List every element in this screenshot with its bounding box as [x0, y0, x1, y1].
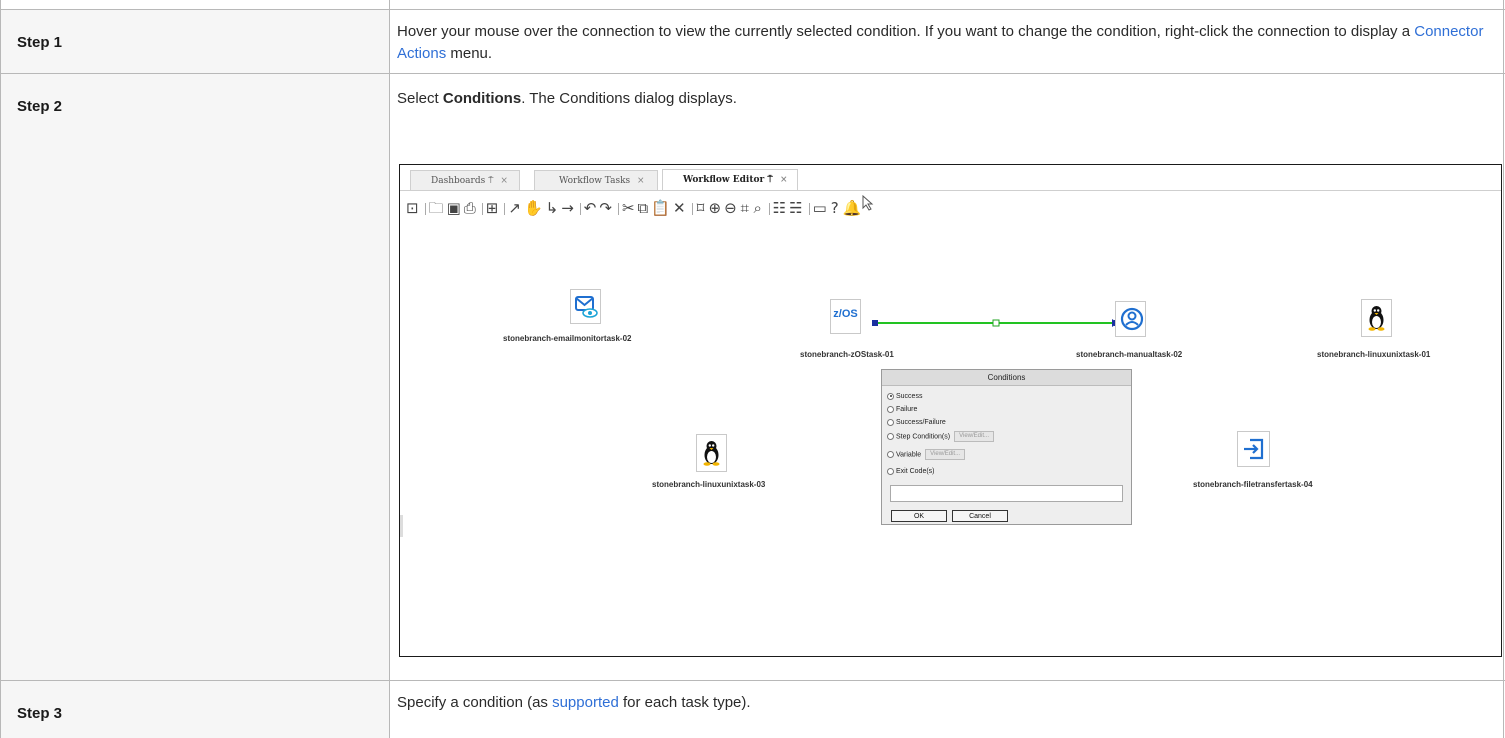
row-divider — [0, 9, 1505, 10]
option-success-failure[interactable]: Success/Failure — [887, 418, 946, 427]
option-label: Exit Code(s) — [896, 468, 935, 475]
linux-icon — [1368, 306, 1385, 331]
file-transfer-icon — [1244, 438, 1264, 460]
dialog-title: Conditions — [882, 370, 1131, 386]
option-step-conditions[interactable]: Step Condition(s) View/Edit... — [887, 431, 994, 442]
side-collapse-handle[interactable] — [400, 515, 403, 537]
conditions-dialog: Conditions Success Failure Success/Failu… — [881, 369, 1132, 525]
option-failure[interactable]: Failure — [887, 405, 917, 414]
radio[interactable] — [887, 433, 894, 440]
radio-selected[interactable] — [887, 392, 894, 400]
manual-task-node[interactable] — [1115, 301, 1146, 337]
linux-task-01-node[interactable] — [1361, 299, 1392, 337]
supported-link[interactable]: supported — [552, 694, 619, 711]
mouse-cursor-icon — [862, 195, 874, 211]
email-monitor-node[interactable] — [570, 289, 601, 324]
step-3-text-end: for each task type). — [618, 694, 751, 711]
option-label: Step Condition(s) — [896, 433, 951, 441]
row-divider — [0, 680, 1505, 681]
radio[interactable] — [887, 418, 894, 426]
email-monitor-icon — [575, 296, 598, 318]
step-3-title: Step 3 — [17, 705, 63, 722]
radio[interactable] — [887, 467, 894, 475]
linux-task-03-node[interactable] — [696, 434, 727, 472]
zos-icon: z/OS — [833, 308, 858, 320]
option-label: Failure — [896, 406, 918, 413]
node-label-linuxunixtask-01: stonebranch-linuxunixtask-01 — [1317, 350, 1431, 359]
option-variable[interactable]: Variable View/Edit... — [887, 449, 966, 460]
option-label: Success — [896, 393, 923, 400]
step-2-label-cell — [0, 74, 389, 680]
step-3-text: Specify a condition (as — [397, 694, 553, 711]
row-divider — [0, 73, 1505, 74]
ok-button[interactable]: OK — [891, 510, 947, 522]
step-2-title: Step 2 — [17, 98, 63, 115]
step-condition-view-edit-button[interactable]: View/Edit... — [954, 431, 994, 442]
node-label-filetransfertask: stonebranch-filetransfertask-04 — [1193, 480, 1313, 489]
step-1-title: Step 1 — [17, 34, 63, 51]
cancel-button[interactable]: Cancel — [952, 510, 1008, 522]
column-divider — [389, 0, 390, 738]
exit-codes-input[interactable] — [890, 485, 1123, 502]
conditions-emphasis: Conditions — [442, 90, 522, 107]
radio[interactable] — [887, 451, 894, 458]
linux-icon — [703, 441, 720, 466]
table-border-right — [1503, 0, 1504, 738]
step-3-description: Specify a condition (as supported for ea… — [397, 692, 751, 714]
table-border-left — [0, 0, 1, 738]
steps-table: Step 1 Hover your mouse over the connect… — [0, 0, 1505, 738]
option-label: Variable — [896, 451, 922, 459]
manual-task-icon — [1120, 307, 1144, 331]
node-label-linuxunixtask-03: stonebranch-linuxunixtask-03 — [652, 480, 766, 489]
variable-view-edit-button[interactable]: View/Edit... — [925, 449, 966, 460]
option-label: Success/Failure — [896, 419, 946, 426]
connector-midpoint-handle[interactable] — [992, 319, 1000, 327]
connector-start-handle[interactable] — [872, 320, 878, 326]
workflow-editor-screenshot: Dashboards ⍑ × Workflow Tasks × Workflow… — [399, 164, 1502, 657]
option-exit-codes[interactable]: Exit Code(s) — [887, 467, 935, 476]
option-success[interactable]: Success — [887, 392, 922, 401]
step-1-text-end: menu. — [446, 45, 493, 62]
step-2-text: . The Conditions dialog displays. — [521, 90, 737, 107]
step-1-description: Hover your mouse over the connection to … — [397, 21, 1497, 65]
step-2-description: Select Conditions. The Conditions dialog… — [397, 90, 737, 107]
node-label-manualtask: stonebranch-manualtask-02 — [1076, 350, 1183, 359]
step-1-text: Hover your mouse over the connection to … — [397, 23, 1415, 40]
node-label-zostask: stonebranch-zOStask-01 — [800, 350, 894, 359]
node-label-emailmonitortask: stonebranch-emailmonitortask-02 — [503, 334, 632, 343]
radio[interactable] — [887, 405, 894, 413]
zos-task-node[interactable]: z/OS — [830, 299, 861, 334]
file-transfer-node[interactable] — [1237, 431, 1270, 467]
